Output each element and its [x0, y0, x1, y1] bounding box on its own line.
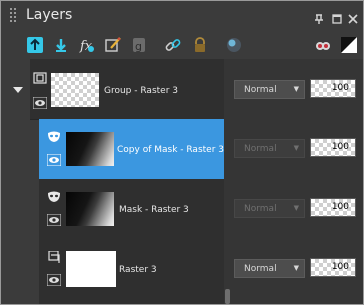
blend-mode-select[interactable]: Normal ▼ [234, 259, 305, 278]
eye-icon[interactable] [47, 154, 61, 166]
opacity-value: 100 [331, 83, 349, 93]
layer-row-body[interactable]: Group - Raster 3 [30, 59, 224, 120]
raster-layer-icon [47, 251, 61, 263]
panel-title: Layers [26, 7, 73, 23]
layer-row-body[interactable]: Raster 3 [39, 239, 224, 304]
svg-text:g: g [135, 40, 142, 53]
properties-icon[interactable] [105, 37, 121, 53]
grip-icon[interactable] [10, 7, 18, 22]
layer-row-copy-of-mask-raster-3[interactable]: Copy of Mask - Raster 3 Normal ▼ 100 [1, 119, 363, 180]
visibility-toggle-icon[interactable] [315, 37, 331, 53]
layer-props: Normal ▼ 100 [224, 119, 363, 180]
link-mask-icon[interactable]: g [131, 37, 147, 53]
layer-row-mask-raster-3[interactable]: Mask - Raster 3 Normal ▼ 100 [1, 179, 363, 240]
layer-row-body[interactable]: Copy of Mask - Raster 3 [39, 119, 224, 180]
opacity-value: 100 [331, 262, 349, 272]
opacity-value: 100 [331, 202, 349, 212]
new-raster-layer-icon[interactable] [27, 37, 43, 53]
panel-titlebar: Layers [1, 1, 363, 29]
opacity-field[interactable]: 100 [310, 258, 356, 277]
layer-name: Raster 3 [119, 265, 157, 275]
blend-mode-value: Normal [244, 85, 277, 95]
group-icon [33, 72, 47, 84]
lock-icon[interactable] [192, 37, 208, 53]
blend-mode-value: Normal [244, 204, 277, 214]
layer-name: Mask - Raster 3 [119, 205, 189, 215]
scrollbar-thumb[interactable] [225, 289, 230, 304]
link-icon[interactable] [165, 37, 181, 53]
row-leftcol [1, 239, 30, 304]
blend-mode-value: Normal [244, 144, 277, 154]
layer-props: Normal ▼ 100 [224, 59, 363, 120]
opacity-field[interactable]: 100 [310, 138, 356, 157]
layer-list: Group - Raster 3 Normal ▼ 100 Copy of Ma… [1, 59, 363, 304]
layer-style-icon[interactable] [226, 37, 242, 53]
layer-props: Normal ▼ 100 [224, 239, 363, 304]
mask-thumbnail [66, 192, 114, 226]
layer-props: Normal ▼ 100 [224, 179, 363, 240]
mask-thumbnail [66, 132, 114, 166]
opacity-value: 100 [331, 142, 349, 152]
eye-icon[interactable] [47, 274, 61, 286]
eye-icon[interactable] [47, 214, 61, 226]
layer-row-raster-3[interactable]: Raster 3 Normal ▼ 100 [1, 239, 363, 304]
opacity-field[interactable]: 100 [310, 79, 356, 98]
blend-mode-value: Normal [244, 264, 277, 274]
opacity-field[interactable]: 100 [310, 198, 356, 217]
blend-mode-select[interactable]: Normal ▼ [234, 80, 305, 99]
mask-toggle-icon[interactable] [341, 37, 357, 53]
chevron-down-icon: ▼ [293, 204, 299, 212]
mask-icon [47, 191, 61, 203]
layer-name: Group - Raster 3 [104, 86, 178, 96]
layer-row-body[interactable]: Mask - Raster 3 [39, 179, 224, 240]
pin-icon[interactable] [314, 9, 324, 24]
chevron-down-icon: ▼ [293, 264, 299, 272]
close-icon[interactable] [348, 9, 358, 24]
row-leftcol [1, 119, 30, 179]
row-leftcol [1, 59, 30, 119]
layer-row-group-raster-3[interactable]: Group - Raster 3 Normal ▼ 100 [1, 59, 363, 120]
eye-icon[interactable] [33, 97, 47, 109]
layer-name: Copy of Mask - Raster 3 [117, 145, 224, 155]
layer-thumbnail [51, 73, 99, 107]
mask-icon [47, 131, 61, 143]
chevron-down-icon: ▼ [293, 85, 299, 93]
row-leftcol [1, 179, 30, 239]
new-vector-layer-icon[interactable] [53, 37, 69, 53]
blend-mode-select[interactable]: Normal ▼ [234, 199, 305, 218]
layer-thumbnail [66, 251, 116, 287]
layers-panel: Layers fx g Group - Raster 3 Normal ▼ 10… [0, 0, 364, 305]
maximize-icon[interactable] [332, 9, 342, 24]
blend-mode-select[interactable]: Normal ▼ [234, 139, 305, 158]
expand-triangle-icon[interactable] [13, 87, 23, 93]
layers-toolbar: fx g [1, 29, 363, 59]
layer-effects-icon[interactable]: fx [79, 37, 95, 53]
chevron-down-icon: ▼ [293, 144, 299, 152]
